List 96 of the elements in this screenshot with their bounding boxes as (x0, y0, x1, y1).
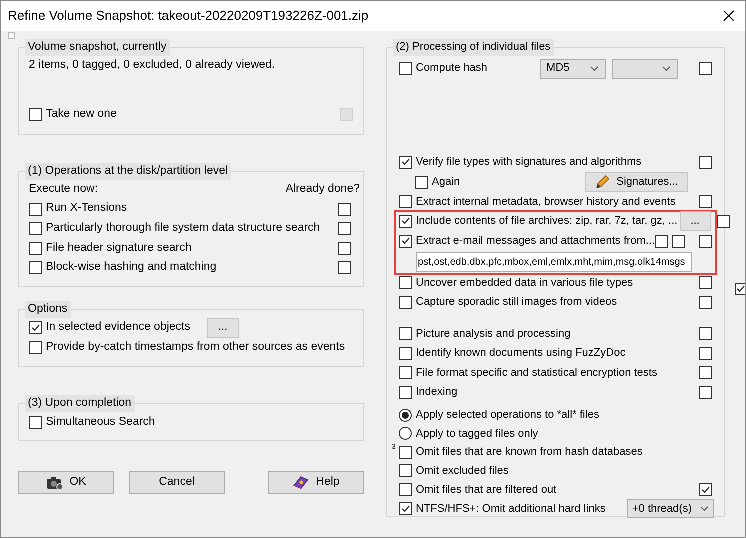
option-label: Again (432, 174, 460, 190)
option-label: Extract internal metadata, browser history and events (416, 194, 676, 210)
checkbox[interactable] (699, 346, 712, 360)
checkbox[interactable] (699, 276, 712, 290)
checkbox[interactable] (399, 502, 412, 516)
checkbox[interactable] (699, 296, 712, 309)
hash-dropdown[interactable]: MD5 (540, 58, 606, 78)
group-title: (2) Processing of individual files (393, 39, 554, 56)
option-label: Verify file types with signatures and algorithms (416, 155, 642, 170)
checkbox[interactable] (29, 341, 42, 354)
radio-button[interactable] (399, 427, 412, 440)
checkbox[interactable] (716, 214, 730, 228)
checkbox[interactable] (699, 234, 712, 248)
option-label: Simultaneous Search (46, 414, 156, 430)
radio-button[interactable] (399, 408, 412, 422)
checkbox[interactable] (399, 483, 412, 496)
checkbox[interactable] (699, 156, 712, 169)
checkbox[interactable] (399, 156, 412, 169)
checkbox[interactable] (399, 327, 412, 340)
option-label: Extract e-mail messages and attachments from... (416, 234, 656, 249)
group-title: Volume snapshot, currently (25, 39, 170, 56)
option-label: Uncover embedded data in various file types (416, 276, 634, 290)
checkbox[interactable] (29, 108, 42, 121)
option-label: Capture sporadic still images from videos (416, 295, 618, 310)
checkbox[interactable] (338, 202, 351, 216)
checkbox[interactable] (699, 366, 712, 380)
checkbox[interactable] (699, 62, 712, 75)
checkbox[interactable] (699, 327, 712, 340)
threads-dropdown[interactable]: +0 thread(s) (627, 499, 714, 518)
checkbox[interactable] (399, 464, 412, 478)
group-title: (3) Upon completion (25, 394, 135, 412)
option-label: Identify known documents using FuzZyDoc (416, 346, 626, 361)
caret-icon (590, 66, 599, 72)
checkbox[interactable] (29, 202, 42, 216)
group-title: (1) Operations at the disk/partition level (25, 163, 232, 180)
option-label: NTFS/HFS+: Omit additional hard links (416, 502, 606, 516)
checkbox[interactable] (399, 366, 412, 380)
option-label: Particularly thorough file system data structure search (46, 221, 320, 236)
checkbox[interactable] (699, 195, 712, 208)
signatures-button[interactable]: Signatures... (585, 172, 688, 192)
option-label: Picture analysis and processing (416, 326, 571, 342)
checkbox[interactable] (399, 296, 412, 309)
checkbox[interactable] (29, 242, 42, 255)
checkbox[interactable] (399, 276, 412, 290)
option-label: Omit excluded files (416, 464, 509, 478)
book-icon (292, 474, 310, 491)
checkbox[interactable] (399, 446, 412, 459)
checkbox[interactable] (399, 346, 412, 360)
checkbox[interactable] (399, 62, 412, 75)
checkbox[interactable] (699, 483, 712, 496)
option-label: Compute hash (416, 61, 488, 76)
checkbox[interactable] (338, 222, 351, 236)
option-label: Apply selected operations to *all* files (416, 408, 600, 423)
option-label: Provide by-catch timestamps from other sources as events (46, 340, 346, 356)
option-label: In selected evidence objects (46, 320, 190, 336)
option-label: Apply to tagged files only (416, 426, 538, 442)
option-label: Omit files that are known from hash databases (416, 445, 643, 460)
option-label: Run X-Tensions (46, 201, 128, 216)
caret-icon (662, 66, 671, 72)
checkbox[interactable] (399, 195, 412, 208)
checkbox[interactable] (399, 214, 412, 228)
checkbox[interactable] (735, 283, 745, 295)
checkbox[interactable] (29, 321, 42, 334)
option-label: Take new one (46, 106, 117, 122)
checkbox[interactable] (699, 386, 712, 399)
group-title: Options (25, 300, 71, 318)
pencil-icon (594, 174, 611, 190)
help-button[interactable]: Help (268, 471, 364, 494)
cancel-button[interactable]: Cancel (129, 471, 225, 494)
checkbox[interactable] (415, 176, 428, 188)
caret-icon (700, 506, 709, 512)
checkbox[interactable] (399, 386, 412, 399)
ok-button[interactable]: OK (18, 471, 114, 494)
option-label: Block-wise hashing and matching (46, 260, 217, 276)
window-title: Refine Volume Snapshot: takeout-20220209T193226Z-001.zip (8, 7, 369, 26)
more-button[interactable]: ... (207, 318, 239, 338)
checkbox[interactable] (399, 234, 412, 248)
checkbox[interactable] (29, 222, 42, 236)
option-label: File format specific and statistical encryption tests (416, 366, 658, 380)
more-button[interactable]: ... (680, 211, 711, 232)
snapshot-summary: 2 items, 0 tagged, 0 excluded, 0 already viewed. (29, 58, 276, 74)
camera-icon (46, 474, 64, 491)
file-types-field[interactable]: pst,ost,edb,dbx,pfc,mbox,eml,emlx,mht,mim,msg,olk14msgs (416, 252, 692, 272)
checkbox[interactable] (672, 234, 685, 248)
option-label: Omit files that are filtered out (416, 482, 557, 498)
column-header: Already done? (286, 182, 360, 198)
option-label: Include contents of file archives: zip, rar, 7z, tar, gz, ... (416, 214, 678, 229)
checkbox[interactable] (29, 261, 42, 274)
column-header: Execute now: (29, 182, 98, 198)
checkbox[interactable] (338, 261, 351, 274)
close-icon[interactable] (723, 10, 735, 22)
option-label: File header signature search (46, 240, 192, 256)
checkbox[interactable] (338, 242, 351, 255)
checkbox[interactable] (655, 234, 668, 248)
option-label: Indexing (416, 385, 458, 400)
checkbox[interactable] (29, 416, 42, 429)
